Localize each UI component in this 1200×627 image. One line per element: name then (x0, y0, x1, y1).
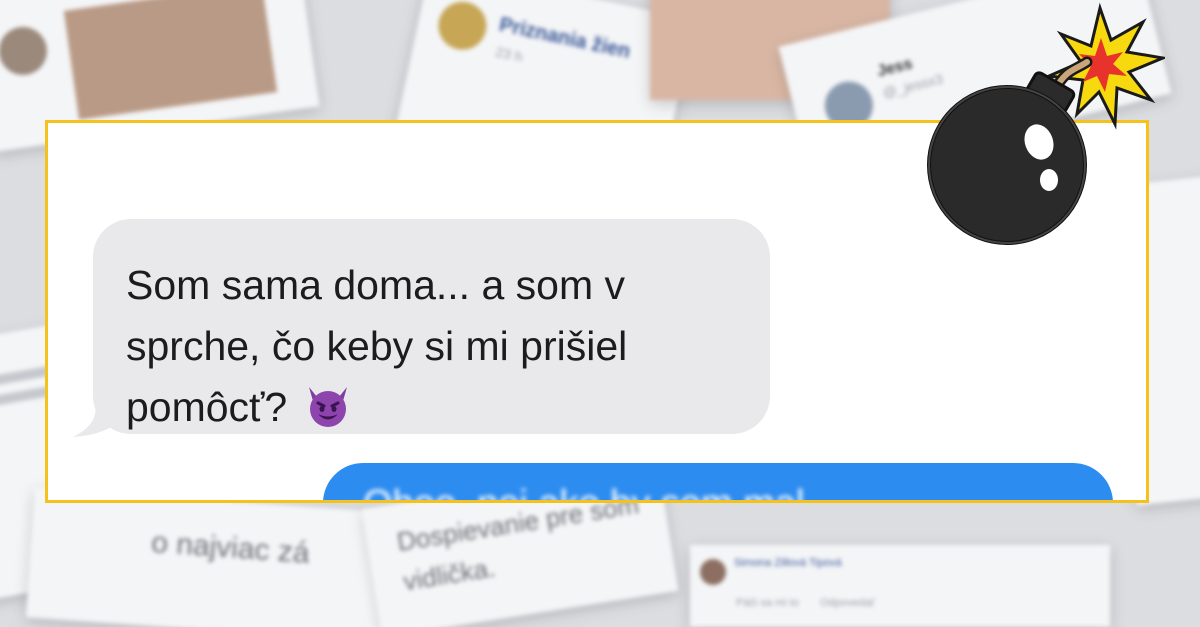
incoming-bubble-tail (73, 405, 129, 437)
bg-card-bottom-left-text: o najviac zá (150, 525, 311, 570)
bg-comment-author: Simona Zillová Tipová (734, 557, 842, 569)
bg-comment-like: Páči sa mi to (736, 597, 799, 609)
incoming-message-text: Som sama doma... a som v sprche, čo keby… (126, 262, 628, 430)
outgoing-message-bubble: Ohoo, nei ako by som mal... (323, 463, 1113, 500)
outgoing-message-text: Ohoo, nei ako by som mal... (363, 483, 836, 500)
smiling-face-with-horns-icon (308, 387, 347, 427)
bg-card-time: 23 h (494, 43, 525, 65)
bg-comment-reply: Odpovedať (820, 597, 875, 609)
bomb-icon (927, 2, 1165, 245)
incoming-message: Som sama doma... a som v sprche, čo keby… (126, 255, 766, 438)
bg-card-bottom-left: o najviac zá (25, 487, 395, 627)
bg-card-comment: Simona Zillová Tipová Páči sa mi to Odpo… (690, 545, 1110, 627)
